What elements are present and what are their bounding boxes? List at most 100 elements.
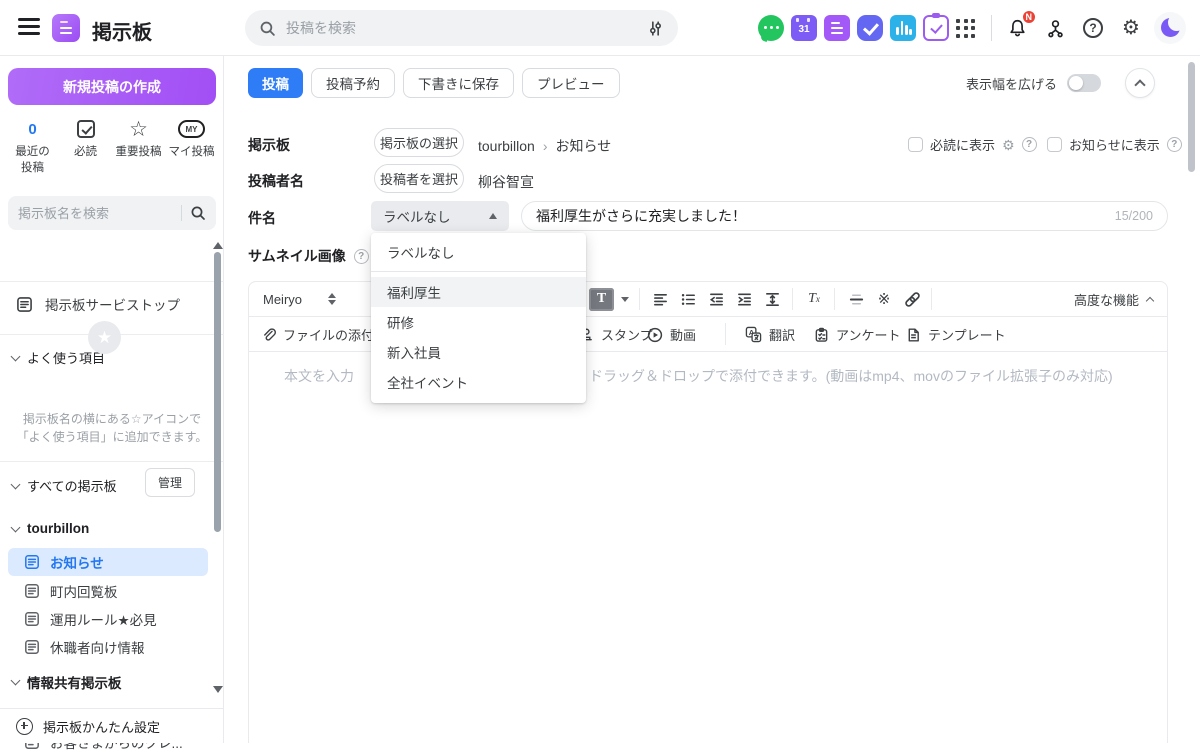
group-info-share[interactable]: 情報共有掲示板 xyxy=(0,672,224,692)
indent-icon[interactable] xyxy=(735,290,753,308)
quick-required[interactable]: 必読 xyxy=(59,116,112,178)
author-name-value: 柳谷智宣 xyxy=(478,172,534,192)
align-left-icon[interactable] xyxy=(651,290,669,308)
favorites-hint-line2: 「よく使う項目」に追加できます。 xyxy=(0,428,224,445)
main-scrollbar[interactable] xyxy=(1188,62,1195,172)
user-avatar[interactable] xyxy=(1154,12,1186,44)
subject-input[interactable]: 福利厚生がさらに充実しました！ 15/200 xyxy=(521,201,1168,231)
link-icon[interactable] xyxy=(903,290,921,308)
dropdown-item-zensha[interactable]: 全社イベント xyxy=(371,367,586,397)
sidebar-item-kairanban[interactable]: 町内回覧板 xyxy=(8,577,208,605)
attach-video-button[interactable]: 動画 xyxy=(647,317,696,352)
hamburger-menu-icon[interactable] xyxy=(18,18,40,38)
thumbnail-field-label: サムネイル画像 ? xyxy=(248,246,369,266)
dropdown-item-fukuri[interactable]: 福利厚生 xyxy=(371,277,586,307)
search-filter-icon[interactable] xyxy=(647,20,664,37)
schedule-button[interactable]: 投稿予約 xyxy=(311,68,395,98)
dropdown-item-shinnyu[interactable]: 新入社員 xyxy=(371,337,586,367)
sidebar-item-service-top[interactable]: 掲示板サービストップ xyxy=(0,294,224,314)
sidebar-item-kyushoku[interactable]: 休職者向け情報 xyxy=(8,633,208,661)
advanced-features-button[interactable]: 高度な機能 xyxy=(1074,290,1153,309)
sidebar-scrollbar[interactable] xyxy=(214,252,221,532)
sidebar-item-rules[interactable]: 運用ルール★必見 xyxy=(8,605,208,633)
board-select-button[interactable]: 掲示板の選択 xyxy=(374,128,464,157)
attach-file-button[interactable]: ファイルの添付 xyxy=(261,317,374,352)
font-family-select[interactable]: Meiryo xyxy=(263,292,336,307)
actions-row: 投稿 投稿予約 下書きに保存 プレビュー 表示幅を広げる xyxy=(248,68,1155,98)
chat-app-icon[interactable] xyxy=(758,15,784,41)
group-tourbillon[interactable]: tourbillon xyxy=(0,521,224,536)
board-search-input[interactable] xyxy=(18,206,173,221)
board-search-icon[interactable] xyxy=(190,205,206,221)
save-draft-button[interactable]: 下書きに保存 xyxy=(403,68,514,98)
help-question-icon[interactable]: ? xyxy=(1022,137,1037,152)
quick-recent-posts[interactable]: 0 最近の投稿 xyxy=(6,116,59,178)
sidebar-item-oshirase[interactable]: お知らせ xyxy=(8,548,208,576)
announce-checkbox[interactable] xyxy=(1047,137,1062,152)
required-checkbox[interactable] xyxy=(908,137,923,152)
translate-button[interactable]: A 翻訳 xyxy=(745,317,795,352)
survey-clipboard-icon xyxy=(814,327,829,343)
board-app-logo-icon[interactable] xyxy=(52,14,80,42)
mini-gear-icon[interactable]: ⚙ xyxy=(1002,138,1015,152)
chevron-down-icon xyxy=(11,479,21,489)
quick-important[interactable]: ☆ 重要投稿 xyxy=(112,116,165,178)
outdent-icon[interactable] xyxy=(707,290,725,308)
text-color-caret-icon[interactable] xyxy=(621,297,629,302)
dropdown-item-no-label[interactable]: ラベルなし xyxy=(371,233,586,272)
sidebar-scroll-down-arrow[interactable] xyxy=(213,686,223,693)
translate-icon: A xyxy=(745,326,762,343)
widen-toggle[interactable] xyxy=(1067,74,1101,92)
apps-grid-icon[interactable] xyxy=(956,19,975,38)
help-icon[interactable]: ? xyxy=(1078,13,1108,43)
chevron-down-icon xyxy=(11,522,21,532)
horizontal-rule-icon[interactable] xyxy=(847,290,865,308)
line-height-icon[interactable] xyxy=(763,290,781,308)
subject-text: 福利厚生がさらに充実しました！ xyxy=(536,206,746,226)
chevron-down-icon xyxy=(11,676,21,686)
document-icon xyxy=(24,583,40,599)
board-name-search[interactable] xyxy=(8,196,216,230)
workflow-app-icon[interactable] xyxy=(857,15,883,41)
document-icon xyxy=(24,611,40,627)
help-question-icon[interactable]: ? xyxy=(354,249,369,264)
plus-circle-icon xyxy=(16,718,33,735)
chevron-up-icon xyxy=(1146,296,1154,304)
bullet-list-icon[interactable] xyxy=(679,290,697,308)
label-select-dropdown[interactable]: ラベルなし xyxy=(371,201,509,231)
preview-button[interactable]: プレビュー xyxy=(522,68,620,98)
quick-my-posts[interactable]: MY マイ投稿 xyxy=(165,116,218,178)
tasks-app-icon[interactable] xyxy=(923,15,949,41)
paperclip-icon xyxy=(261,327,276,342)
notifications-bell-icon[interactable]: N xyxy=(1002,13,1032,43)
help-question-icon[interactable]: ? xyxy=(1167,137,1182,152)
attach-stamp-button[interactable]: スタンプ xyxy=(579,317,653,352)
my-posts-icon: MY xyxy=(178,120,205,138)
new-post-button[interactable]: 新規投稿の作成 xyxy=(8,68,216,105)
divider xyxy=(0,461,224,462)
org-chart-icon[interactable] xyxy=(1040,13,1070,43)
global-search-bar[interactable] xyxy=(245,10,678,46)
template-button[interactable]: テンプレート xyxy=(906,317,1006,352)
settings-gear-icon[interactable]: ⚙ xyxy=(1116,13,1146,43)
collapse-button[interactable] xyxy=(1125,68,1155,98)
special-char-icon[interactable]: ※ xyxy=(875,290,893,308)
editor-body[interactable]: 本文を入力 ドラッグ＆ドロップで添付できます。(動画はmp4、movのファイル拡… xyxy=(249,352,1167,742)
sidebar-scroll-up-arrow[interactable] xyxy=(213,242,223,249)
post-button[interactable]: 投稿 xyxy=(248,68,303,98)
breadcrumb-current: お知らせ xyxy=(556,136,612,156)
audio-app-icon[interactable] xyxy=(890,15,916,41)
dropdown-item-kenshu[interactable]: 研修 xyxy=(371,307,586,337)
search-input[interactable] xyxy=(286,20,637,36)
manage-button[interactable]: 管理 xyxy=(145,468,195,497)
divider xyxy=(0,281,224,282)
editor-placeholder-left: 本文を入力 xyxy=(284,366,354,386)
clear-format-icon[interactable]: Tx xyxy=(805,290,823,308)
breadcrumb-root[interactable]: tourbillon xyxy=(478,138,535,154)
calendar-app-icon[interactable]: 31 xyxy=(791,15,817,41)
survey-button[interactable]: アンケート xyxy=(814,317,900,352)
text-color-button[interactable]: T xyxy=(589,288,614,311)
board-app-icon[interactable] xyxy=(824,15,850,41)
author-select-button[interactable]: 投稿者を選択 xyxy=(374,164,464,193)
easy-setup-button[interactable]: 掲示板かんたん設定 xyxy=(0,708,223,743)
